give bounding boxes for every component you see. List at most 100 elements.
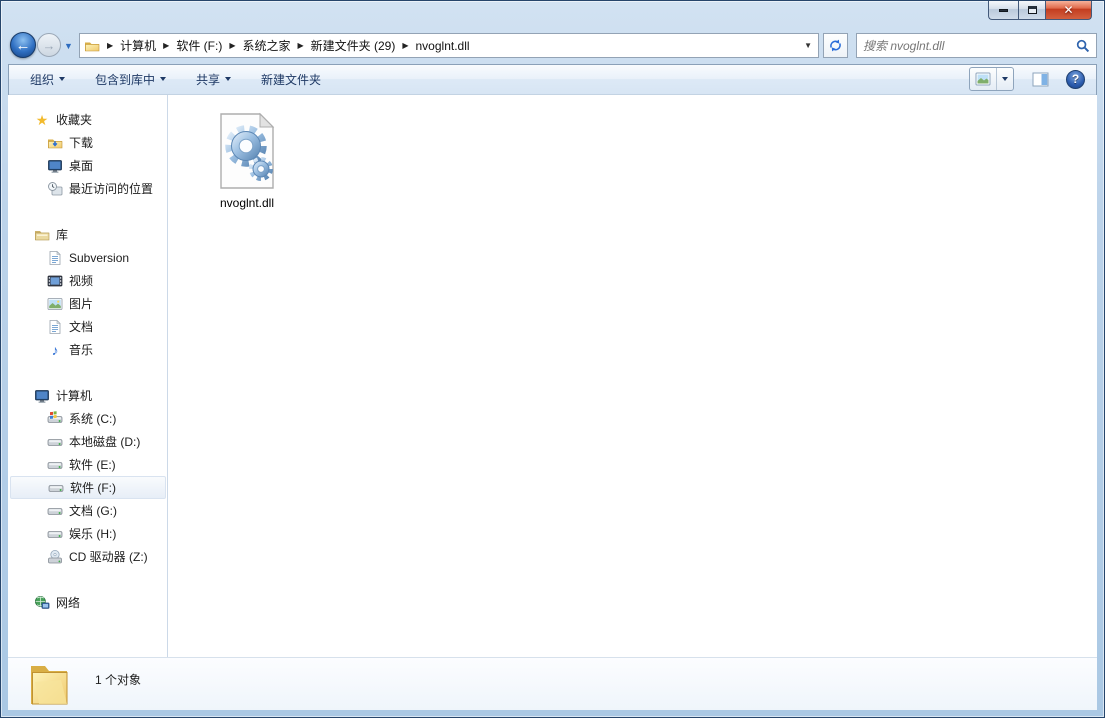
chevron-down-icon — [1002, 77, 1008, 81]
libraries-section: 库 Subversion 视频 — [8, 223, 167, 361]
address-bar[interactable]: ▶ 计算机 ▶ 软件 (F:) ▶ 系统之家 ▶ 新建文件夹 (29) ▶ nv… — [79, 33, 819, 58]
sidebar-item-drive-f[interactable]: 软件 (F:) — [10, 476, 166, 499]
drive-h-label: 娱乐 (H:) — [69, 525, 116, 542]
breadcrumb-arrow-icon[interactable]: ▶ — [222, 41, 242, 50]
sidebar-item-videos[interactable]: 视频 — [8, 269, 167, 292]
sidebar-item-drive-g[interactable]: 文档 (G:) — [8, 499, 167, 522]
sidebar-item-pictures[interactable]: 图片 — [8, 292, 167, 315]
help-button[interactable]: ? — [1066, 70, 1085, 89]
refresh-icon — [828, 38, 843, 53]
sidebar-item-recent-places[interactable]: 最近访问的位置 — [8, 177, 167, 200]
file-name-label: nvoglnt.dll — [198, 196, 296, 210]
breadcrumb-arrow-icon[interactable]: ▶ — [156, 41, 176, 50]
breadcrumb-segment-nvoglnt-dll[interactable]: nvoglnt.dll — [416, 39, 470, 53]
include-in-library-label: 包含到库中 — [95, 71, 155, 88]
file-list-pane[interactable]: nvoglnt.dll — [168, 95, 1097, 657]
minimize-icon — [999, 9, 1008, 12]
sidebar-item-favorites[interactable]: ★ 收藏夹 — [8, 108, 167, 131]
videos-icon — [47, 273, 63, 289]
search-box — [856, 33, 1097, 58]
change-view-button[interactable] — [970, 68, 997, 90]
sidebar-item-drive-e[interactable]: 软件 (E:) — [8, 453, 167, 476]
drive-f-label: 软件 (F:) — [70, 479, 116, 496]
subversion-label: Subversion — [69, 251, 129, 265]
toolbar-right-controls: ? — [969, 67, 1085, 91]
back-arrow-icon: ← — [16, 37, 31, 54]
drive-c-label: 系统 (C:) — [69, 410, 116, 427]
videos-label: 视频 — [69, 272, 93, 289]
sidebar-item-computer[interactable]: 计算机 — [8, 384, 167, 407]
change-view-split-button — [969, 67, 1014, 91]
address-dropdown-icon[interactable]: ▼ — [804, 41, 812, 50]
search-icon[interactable] — [1076, 39, 1090, 53]
restore-icon — [1028, 6, 1037, 14]
refresh-button[interactable] — [823, 33, 848, 58]
sidebar-item-documents[interactable]: 文档 — [8, 315, 167, 338]
sidebar-item-desktop[interactable]: 桌面 — [8, 154, 167, 177]
explorer-window: ✕ ← → ▼ ▶ 计算机 ▶ 软件 (F:) ▶ 系统之家 ▶ 新建文件夹 (… — [0, 0, 1105, 718]
sidebar-item-libraries[interactable]: 库 — [8, 223, 167, 246]
new-folder-button[interactable]: 新建文件夹 — [259, 67, 323, 92]
views-icon — [975, 72, 991, 86]
minimize-button[interactable] — [988, 1, 1018, 20]
pictures-label: 图片 — [69, 295, 93, 312]
breadcrumb-segment-drive-f[interactable]: 软件 (F:) — [176, 37, 222, 54]
file-item-nvoglnt-dll[interactable]: nvoglnt.dll — [198, 111, 296, 210]
content-area: ★ 收藏夹 下载 桌面 — [8, 95, 1097, 657]
libraries-label: 库 — [56, 226, 68, 243]
change-view-dropdown[interactable] — [997, 68, 1013, 90]
sidebar-item-drive-h[interactable]: 娱乐 (H:) — [8, 522, 167, 545]
system-drive-icon — [47, 411, 63, 427]
computer-section: 计算机 系统 (C:) — [8, 384, 167, 568]
favorites-section: ★ 收藏夹 下载 桌面 — [8, 108, 167, 200]
drive-icon — [48, 480, 64, 496]
sidebar-item-drive-c[interactable]: 系统 (C:) — [8, 407, 167, 430]
breadcrumb-arrow-icon[interactable]: ▶ — [100, 41, 120, 50]
cd-drive-z-label: CD 驱动器 (Z:) — [69, 548, 148, 565]
drive-icon — [47, 457, 63, 473]
dll-file-icon — [216, 111, 278, 191]
pictures-icon — [47, 296, 63, 312]
breadcrumb-segment-xitongzhijia[interactable]: 系统之家 — [242, 37, 290, 54]
share-button[interactable]: 共享 — [194, 67, 233, 92]
preview-pane-button[interactable] — [1028, 68, 1052, 90]
chevron-down-icon — [59, 77, 65, 81]
sidebar-item-music[interactable]: ♪ 音乐 — [8, 338, 167, 361]
computer-icon — [34, 388, 50, 404]
network-label: 网络 — [56, 594, 80, 611]
folder-large-icon — [27, 662, 71, 708]
recent-places-icon — [47, 181, 63, 197]
breadcrumb-segment-new-folder-29[interactable]: 新建文件夹 (29) — [311, 37, 396, 54]
organize-button[interactable]: 组织 — [28, 67, 67, 92]
sidebar-item-drive-d[interactable]: 本地磁盘 (D:) — [8, 430, 167, 453]
recent-pages-chevron-icon[interactable]: ▼ — [64, 41, 73, 51]
include-in-library-button[interactable]: 包含到库中 — [93, 67, 168, 92]
computer-label: 计算机 — [56, 387, 92, 404]
item-count-label: 1 个对象 — [95, 671, 141, 688]
sidebar-item-cd-drive-z[interactable]: CD 驱动器 (Z:) — [8, 545, 167, 568]
caption-buttons: ✕ — [988, 1, 1092, 20]
help-icon: ? — [1072, 72, 1079, 86]
breadcrumb-arrow-icon[interactable]: ▶ — [291, 41, 311, 50]
close-button[interactable]: ✕ — [1046, 1, 1092, 20]
restore-button[interactable] — [1018, 1, 1046, 20]
recent-places-label: 最近访问的位置 — [69, 180, 153, 197]
sidebar-item-downloads[interactable]: 下载 — [8, 131, 167, 154]
breadcrumb-segment-computer[interactable]: 计算机 — [120, 37, 156, 54]
back-button[interactable]: ← — [10, 32, 36, 58]
close-icon: ✕ — [1063, 3, 1073, 17]
forward-button[interactable]: → — [37, 33, 61, 57]
music-label: 音乐 — [69, 341, 93, 358]
drive-e-label: 软件 (E:) — [69, 456, 116, 473]
breadcrumb-arrow-icon[interactable]: ▶ — [395, 41, 415, 50]
sidebar-item-subversion[interactable]: Subversion — [8, 246, 167, 269]
share-label: 共享 — [196, 71, 220, 88]
sidebar-item-network[interactable]: 网络 — [8, 591, 167, 614]
star-icon: ★ — [34, 112, 50, 128]
libraries-icon — [34, 227, 50, 243]
network-icon — [34, 595, 50, 611]
cd-drive-icon — [47, 549, 63, 565]
search-input[interactable] — [863, 39, 1076, 53]
chevron-down-icon — [225, 77, 231, 81]
folder-icon — [84, 38, 100, 54]
